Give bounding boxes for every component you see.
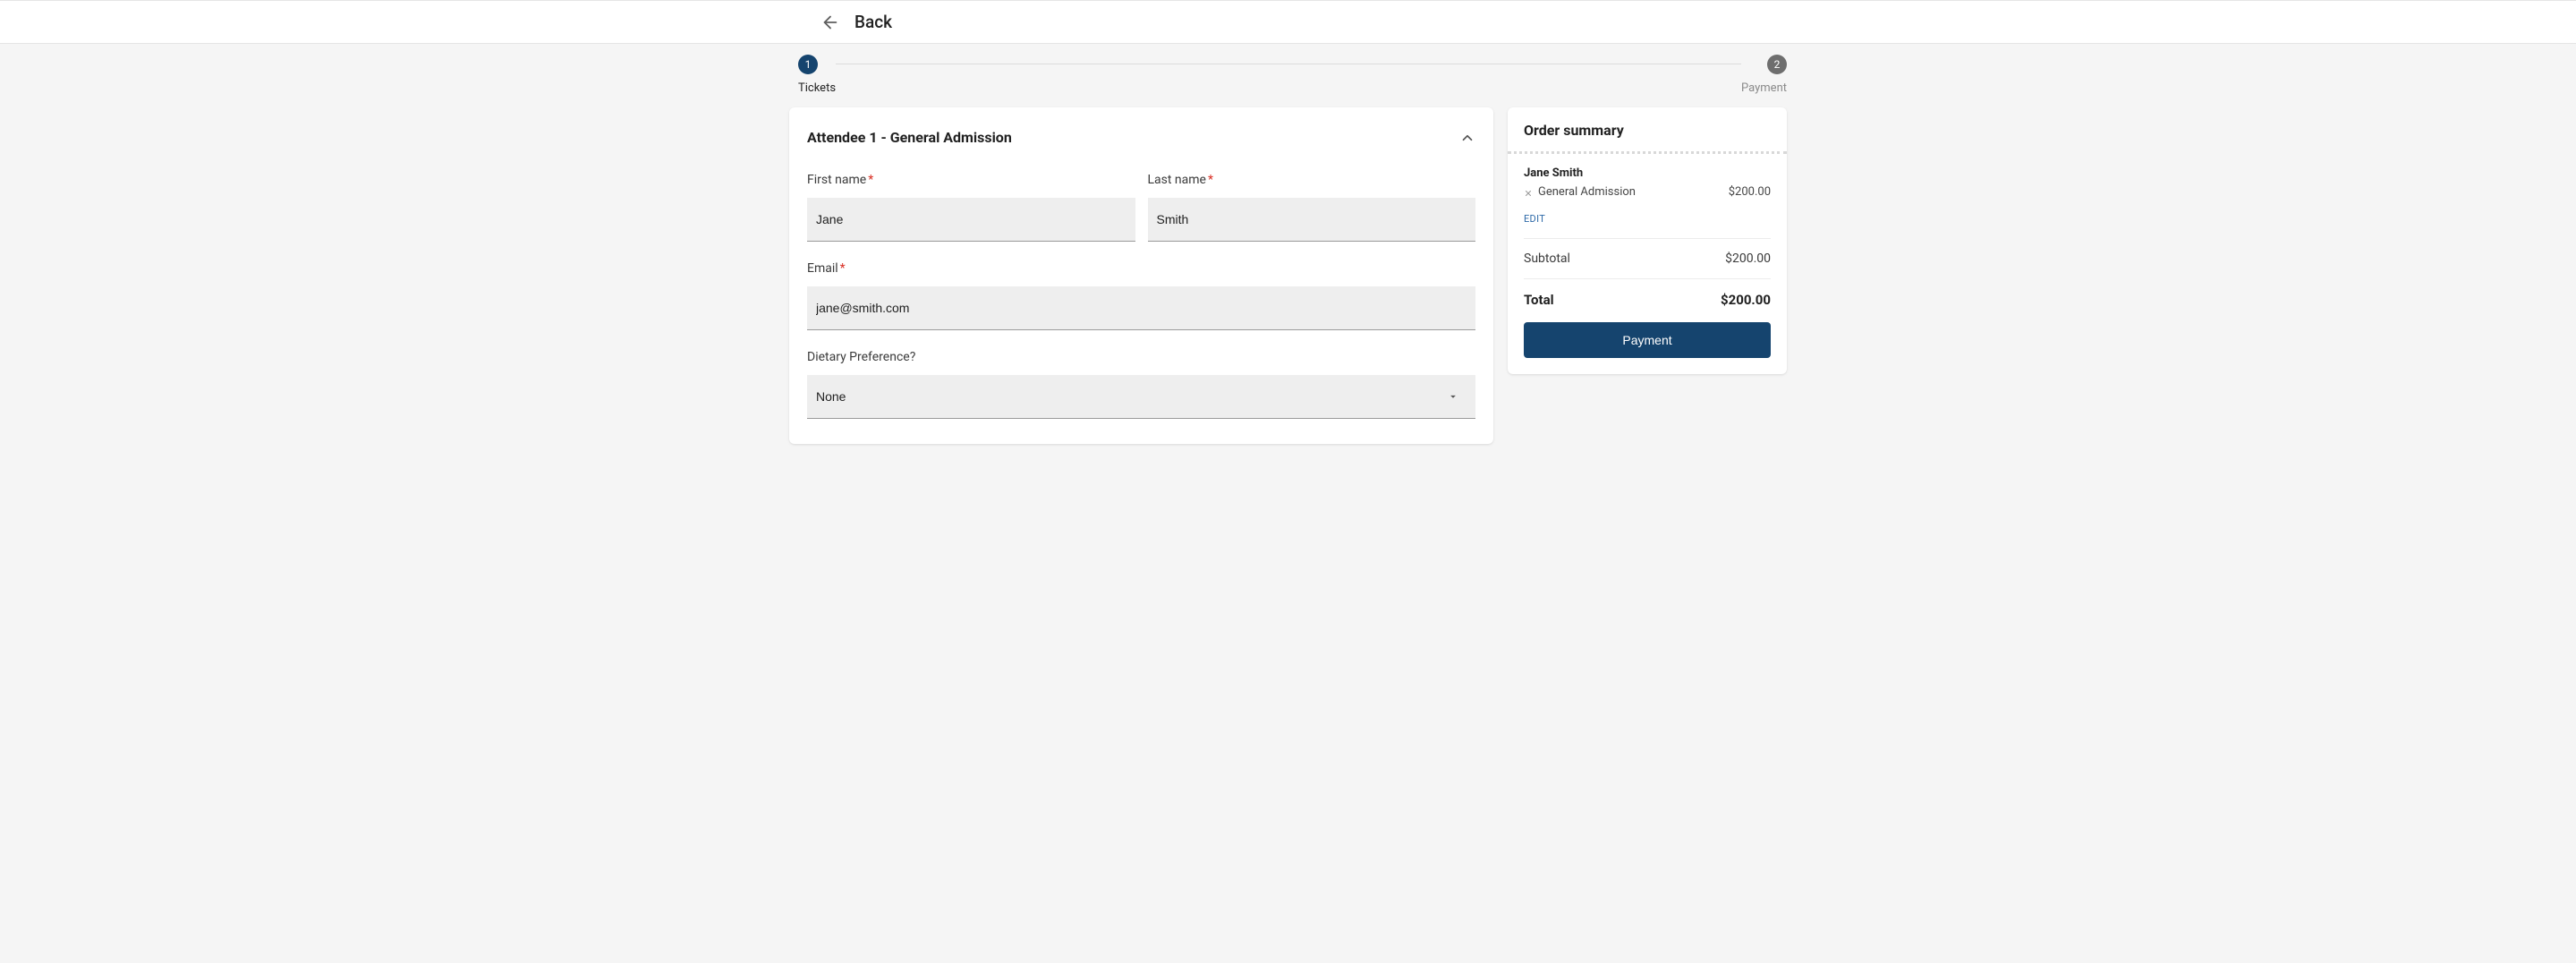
dotted-divider (1508, 151, 1787, 154)
top-bar: Back (0, 0, 2576, 44)
dietary-select[interactable] (807, 375, 1475, 419)
order-summary-card: Order summary Jane Smith General Admissi… (1508, 107, 1787, 374)
divider (1524, 238, 1771, 239)
email-input[interactable] (807, 286, 1475, 330)
email-label: Email* (807, 261, 1475, 276)
subtotal-value: $200.00 (1725, 251, 1771, 266)
attendee-title: Attendee 1 - General Admission (807, 129, 1012, 146)
total-row: Total $200.00 (1524, 292, 1771, 308)
line-item-price: $200.00 (1729, 185, 1771, 199)
chevron-up-icon[interactable] (1459, 130, 1475, 146)
first-name-input[interactable] (807, 198, 1135, 242)
step-label-tickets: Tickets (798, 81, 836, 95)
back-label[interactable]: Back (854, 12, 892, 32)
last-name-field-group: Last name* (1148, 173, 1476, 242)
total-label: Total (1524, 292, 1554, 308)
email-field-group: Email* (807, 261, 1475, 330)
step-tickets[interactable]: 1 Tickets (798, 53, 836, 95)
divider (1524, 278, 1771, 279)
total-value: $200.00 (1721, 292, 1771, 308)
attendee-form-card: Attendee 1 - General Admission First nam… (789, 107, 1493, 444)
order-summary-title: Order summary (1524, 122, 1771, 139)
buyer-name: Jane Smith (1524, 166, 1771, 180)
step-payment[interactable]: 2 Payment (1741, 53, 1787, 95)
dietary-label: Dietary Preference? (807, 350, 1475, 364)
edit-link[interactable]: EDIT (1524, 213, 1545, 225)
line-item: General Admission $200.00 (1524, 185, 1771, 199)
dietary-field-group: Dietary Preference? (807, 350, 1475, 419)
payment-button[interactable]: Payment (1524, 322, 1771, 358)
last-name-input[interactable] (1148, 198, 1476, 242)
first-name-field-group: First name* (807, 173, 1135, 242)
subtotal-row: Subtotal $200.00 (1524, 251, 1771, 266)
last-name-label: Last name* (1148, 173, 1476, 187)
back-arrow-icon[interactable] (820, 13, 840, 32)
subtotal-label: Subtotal (1524, 251, 1570, 266)
step-label-payment: Payment (1741, 81, 1787, 95)
stepper: 1 Tickets 2 Payment (789, 44, 1787, 107)
remove-item-icon[interactable] (1524, 188, 1533, 197)
step-number-1: 1 (798, 55, 818, 74)
line-item-label: General Admission (1538, 185, 1636, 199)
step-number-2: 2 (1767, 55, 1787, 74)
first-name-label: First name* (807, 173, 1135, 187)
